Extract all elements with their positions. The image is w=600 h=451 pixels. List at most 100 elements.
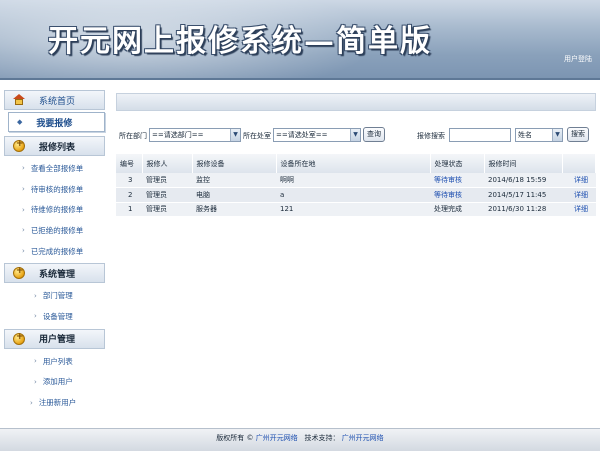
detail-link[interactable]: 详细 — [562, 187, 596, 203]
sidebar-item-completed[interactable]: › 已完成的报修单 — [0, 241, 108, 262]
sidebar: 系统首页 ◆ 我要报修 报修列表 › 查看全部报修单 › 待审核的报修单 › 待… — [0, 88, 108, 428]
keyword-input[interactable] — [449, 128, 511, 142]
cell-reporter: 管理员 — [142, 187, 192, 203]
col-location: 设备所在地 — [276, 154, 431, 173]
sidebar-item-pending-repair[interactable]: › 待维修的报修单 — [0, 199, 108, 220]
repair-orders-table: 编号 报修人 报修设备 设备所在地 处理状态 报修时间 3 管理员 监控 啊啊 … — [116, 154, 596, 217]
sidebar-section-system[interactable]: 系统管理 — [4, 263, 105, 284]
app-title: 开元网上报修系统—简单版 — [48, 24, 432, 59]
cell-location: 啊啊 — [276, 173, 430, 188]
table-header-row: 编号 报修人 报修设备 设备所在地 处理状态 报修时间 — [116, 154, 596, 173]
sidebar-section-title: 用户管理 — [39, 335, 76, 346]
room-select-value: ==请选处室== — [276, 131, 328, 139]
keyword-label: 报修搜索 — [417, 132, 445, 140]
sidebar-item-label: 添加用户 — [42, 377, 73, 387]
chevron-right-icon: › — [22, 226, 25, 235]
cell-device: 服务器 — [192, 202, 276, 217]
search-button[interactable]: 搜索 — [567, 127, 589, 142]
chevron-down-icon: ▼ — [350, 129, 360, 141]
chevron-right-icon: › — [34, 312, 37, 321]
home-icon — [13, 94, 25, 106]
sidebar-item-devices[interactable]: › 设备管理 — [0, 306, 108, 327]
plus-coin-icon — [13, 266, 25, 280]
sidebar-item-label: 待审核的报修单 — [30, 184, 84, 194]
col-device: 报修设备 — [192, 154, 277, 173]
plus-coin-icon — [13, 332, 25, 345]
diamond-icon: ◆ — [17, 118, 23, 126]
cell-location: 121 — [276, 202, 430, 217]
cell-reporter: 管理员 — [142, 202, 192, 217]
footer: 版权所有 © 广州开元网络 技术支持： 广州开元网络 — [0, 428, 600, 451]
sidebar-item-label: 已完成的报修单 — [30, 246, 84, 256]
room-label: 所在处室 — [243, 132, 271, 140]
dept-select[interactable]: ==请选部门== ▼ — [149, 128, 241, 142]
chevron-right-icon: › — [30, 398, 33, 407]
cell-device: 电脑 — [192, 187, 276, 203]
chevron-right-icon: › — [22, 164, 25, 173]
col-reporter: 报修人 — [142, 154, 193, 173]
sidebar-item-label: 设备管理 — [42, 311, 73, 321]
cell-time: 2011/6/30 11:28 — [484, 202, 562, 217]
room-select[interactable]: ==请选处室== ▼ — [273, 128, 361, 142]
sidebar-item-my-report[interactable]: ◆ 我要报修 — [8, 112, 105, 132]
col-status: 处理状态 — [430, 154, 485, 173]
sidebar-item-pending-review[interactable]: › 待审核的报修单 — [0, 179, 108, 200]
chevron-right-icon: › — [22, 247, 25, 256]
cell-time: 2014/6/18 15:59 — [484, 173, 562, 188]
sidebar-section-repair-list[interactable]: 报修列表 — [4, 136, 105, 156]
sidebar-home-label: 系统首页 — [39, 96, 76, 107]
sidebar-my-report-label: 我要报修 — [36, 118, 73, 129]
sidebar-item-user-list[interactable]: › 用户列表 — [0, 351, 108, 372]
sidebar-item-add-user[interactable]: › 添加用户 — [0, 372, 108, 393]
cell-id: 1 — [116, 202, 142, 217]
col-action — [562, 154, 596, 173]
plus-coin-icon — [13, 139, 25, 152]
cell-location: a — [276, 187, 430, 203]
col-time: 报修时间 — [484, 154, 563, 173]
sidebar-item-label: 已拒绝的报修单 — [30, 225, 84, 235]
sidebar-item-label: 用户列表 — [42, 356, 73, 366]
sidebar-item-label: 待维修的报修单 — [30, 205, 84, 215]
dept-select-value: ==请选部门== — [152, 131, 204, 139]
cell-status: 等待审核 — [430, 187, 484, 203]
sidebar-item-register[interactable]: › 注册新用户 — [0, 392, 108, 413]
copyright-owner-link[interactable]: 广州开元网络 — [256, 434, 298, 442]
cell-device: 监控 — [192, 173, 276, 188]
support-owner-link[interactable]: 广州开元网络 — [342, 434, 384, 442]
chevron-right-icon: › — [34, 357, 37, 366]
content-title-bar — [116, 93, 596, 111]
chevron-down-icon: ▼ — [552, 129, 562, 141]
dept-label: 所在部门 — [119, 132, 147, 140]
query-button[interactable]: 查询 — [363, 127, 385, 142]
search-form: 所在部门 ==请选部门== ▼ 所在处室 ==请选处室== ▼ 查询 报修搜索 … — [119, 126, 599, 146]
detail-link[interactable]: 详细 — [562, 173, 596, 188]
cell-reporter: 管理员 — [142, 173, 192, 188]
detail-link[interactable]: 详细 — [562, 202, 596, 217]
copyright-prefix: 版权所有 © — [216, 434, 254, 442]
search-field-value: 姓名 — [518, 131, 532, 139]
chevron-right-icon: › — [22, 185, 25, 194]
sidebar-item-home[interactable]: 系统首页 — [4, 90, 105, 110]
chevron-right-icon: › — [22, 205, 25, 214]
chevron-right-icon: › — [34, 377, 37, 386]
table-row: 2 管理员 电脑 a 等待审核 2014/5/17 11:45 详细 — [116, 187, 596, 203]
sidebar-item-label: 注册新用户 — [38, 398, 77, 408]
sidebar-item-label: 查看全部报修单 — [30, 163, 84, 173]
header-banner: 开元网上报修系统—简单版 用户登陆 — [0, 0, 600, 80]
cell-time: 2014/5/17 11:45 — [484, 187, 562, 203]
login-link[interactable]: 用户登陆 — [564, 54, 592, 64]
chevron-down-icon: ▼ — [230, 129, 240, 141]
cell-id: 2 — [116, 187, 142, 203]
col-id: 编号 — [116, 154, 143, 173]
support-label: 技术支持： — [304, 434, 340, 442]
table-row: 1 管理员 服务器 121 处理完成 2011/6/30 11:28 详细 — [116, 202, 596, 217]
cell-id: 3 — [116, 173, 142, 188]
sidebar-item-departments[interactable]: › 部门管理 — [0, 285, 108, 306]
chevron-right-icon: › — [34, 291, 37, 300]
sidebar-item-label: 部门管理 — [42, 291, 73, 301]
search-field-select[interactable]: 姓名 ▼ — [515, 128, 563, 142]
sidebar-section-users[interactable]: 用户管理 — [4, 328, 105, 349]
sidebar-item-rejected[interactable]: › 已拒绝的报修单 — [0, 220, 108, 241]
sidebar-item-all-orders[interactable]: › 查看全部报修单 — [0, 158, 108, 179]
cell-status: 等待审核 — [430, 173, 484, 188]
